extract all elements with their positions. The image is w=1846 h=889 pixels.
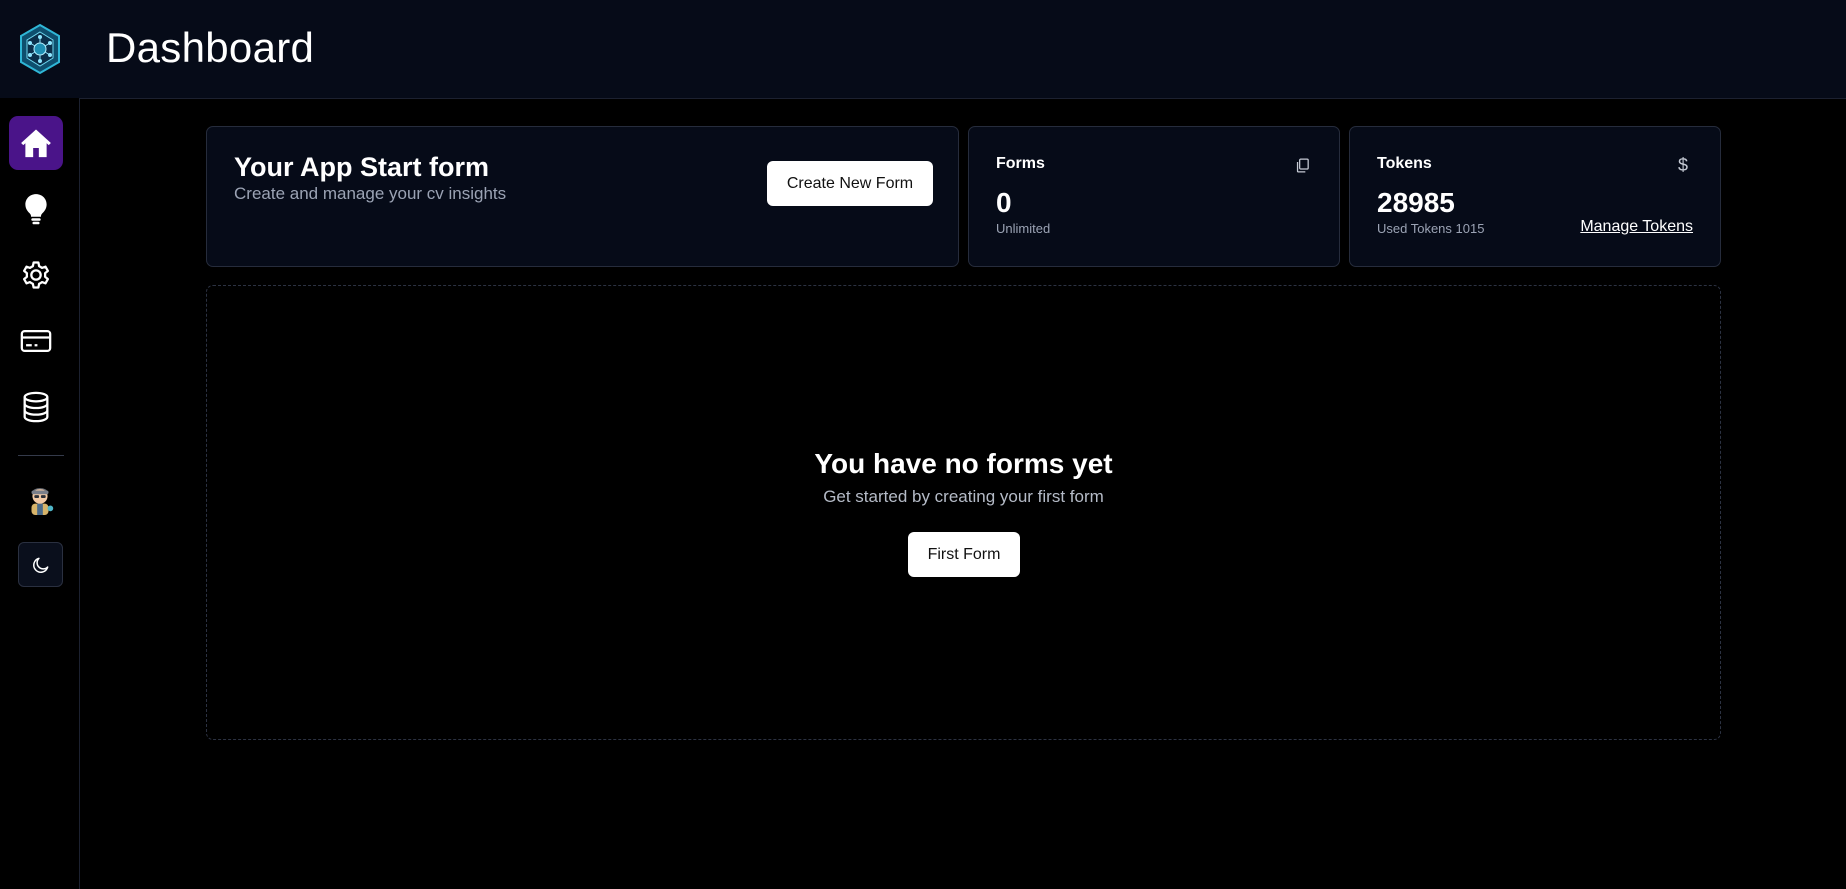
forms-label: Forms	[996, 155, 1045, 172]
tokens-used: Used Tokens 1015	[1377, 221, 1485, 236]
main-content: Your App Start form Create and manage yo…	[81, 99, 1846, 889]
theme-toggle-button[interactable]	[18, 542, 63, 587]
empty-state-title: You have no forms yet	[814, 448, 1113, 479]
tokens-label: Tokens	[1377, 155, 1432, 172]
forms-limit: Unlimited	[996, 221, 1051, 236]
start-card-subtitle: Create and manage your cv insights	[234, 184, 507, 203]
lightbulb-icon	[25, 194, 47, 225]
app-logo-icon[interactable]	[18, 23, 62, 75]
tokens-count: 28985	[1377, 187, 1455, 218]
first-form-button[interactable]: First Form	[908, 532, 1020, 577]
tokens-stat-card: Tokens $ 28985 Used Tokens 1015 Manage T…	[1349, 126, 1721, 267]
sidebar-item-home[interactable]	[9, 116, 63, 170]
home-icon	[21, 129, 51, 158]
copy-icon	[1292, 155, 1312, 175]
moon-icon	[32, 557, 48, 573]
sidebar	[0, 0, 80, 889]
page-title: Dashboard	[106, 24, 315, 71]
empty-state-subtitle: Get started by creating your first form	[823, 487, 1104, 506]
dollar-icon: $	[1677, 154, 1688, 175]
start-card-title: Your App Start form	[234, 152, 489, 182]
manage-tokens-link[interactable]: Manage Tokens	[1580, 218, 1693, 236]
empty-forms-area: You have no forms yet Get started by cre…	[206, 285, 1721, 740]
avatar-icon	[31, 488, 54, 515]
logo-area	[0, 0, 80, 98]
credit-card-icon	[20, 329, 52, 353]
start-form-card: Your App Start form Create and manage yo…	[206, 126, 959, 267]
sidebar-item-settings[interactable]	[9, 248, 63, 302]
forms-stat-card: Forms 0 Unlimited	[968, 126, 1340, 267]
sidebar-divider	[18, 455, 64, 456]
create-new-form-button[interactable]: Create New Form	[767, 161, 933, 206]
sidebar-item-database[interactable]	[9, 380, 63, 434]
sidebar-item-billing[interactable]	[9, 314, 63, 368]
gear-icon	[22, 261, 50, 289]
forms-count: 0	[996, 187, 1012, 218]
top-bar: Dashboard	[80, 0, 1846, 99]
sidebar-item-ideas[interactable]	[9, 182, 63, 236]
database-icon	[23, 391, 49, 423]
user-avatar[interactable]	[22, 480, 58, 516]
